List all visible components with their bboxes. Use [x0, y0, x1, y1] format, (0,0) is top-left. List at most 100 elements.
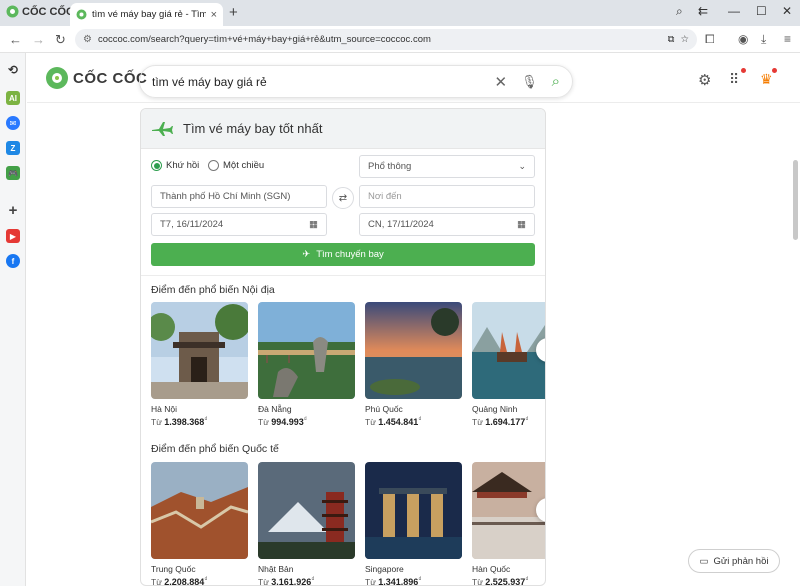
destination-name: Singapore: [365, 564, 404, 574]
crown-notification-dot: [772, 68, 777, 73]
back-forward-cache-icon[interactable]: ⇇: [698, 4, 708, 18]
destination-card-japan[interactable]: Nhật Bản Từ 3.161.926₫: [258, 462, 355, 585]
downloads-icon[interactable]: ⤓: [761, 32, 766, 47]
active-tab[interactable]: tìm vé máy bay giá rẻ - Tìm ×: [70, 3, 223, 26]
settings-gear-icon[interactable]: ⚙: [698, 71, 711, 89]
bookmark-star-icon[interactable]: ☆: [680, 34, 689, 45]
domestic-heading: Điểm đến phổ biến Nội địa: [151, 284, 275, 296]
destination-card-phuquoc[interactable]: Phú Quốc Từ 1.454.841₫: [365, 302, 462, 427]
game-icon[interactable]: 🎮: [6, 166, 20, 180]
url-text[interactable]: coccoc.com/search?query=tìm+vé+máy+bay+g…: [98, 34, 662, 45]
flight-card-header: Tìm vé máy bay tốt nhất: [141, 109, 545, 149]
search-flights-button[interactable]: ✈ Tìm chuyến bay: [151, 243, 535, 266]
add-sidebar-app-icon[interactable]: +: [6, 202, 20, 219]
singapore-photo: [365, 462, 462, 559]
crown-icon[interactable]: ♛: [760, 71, 773, 88]
apps-grid-icon[interactable]: ⠿: [729, 71, 739, 88]
destination-field[interactable]: Nơi đến: [359, 185, 535, 208]
minimize-button[interactable]: —: [728, 4, 740, 18]
messenger-icon[interactable]: ✉: [6, 116, 20, 130]
extensions-icon[interactable]: ⧠: [705, 32, 715, 47]
zalo-icon[interactable]: Z: [6, 141, 20, 155]
search-icon[interactable]: ⌕: [552, 73, 560, 90]
youtube-icon[interactable]: ▶: [6, 229, 20, 243]
coccoc-logo-icon: [6, 5, 19, 18]
feedback-button[interactable]: ▭ Gửi phản hồi: [688, 549, 780, 573]
history-icon[interactable]: ⟲: [6, 63, 20, 77]
menu-icon[interactable]: ≡: [784, 32, 791, 46]
chevron-down-icon: ⌄: [518, 161, 526, 171]
destination-price: Từ 2.525.937₫: [472, 577, 529, 586]
ai-assistant-icon[interactable]: AI: [6, 91, 20, 105]
maximize-button[interactable]: ☐: [756, 4, 767, 18]
browser-brand-label: CỐC CỐC: [22, 5, 74, 18]
reload-button[interactable]: ↻: [55, 32, 66, 48]
destination-name: Hàn Quốc: [472, 564, 511, 574]
section-divider: [141, 275, 545, 276]
phuquoc-photo: [365, 302, 462, 399]
airplane-icon: [152, 121, 173, 136]
page-scrollbar[interactable]: [793, 160, 798, 240]
browser-sidebar: ⟲ AI ✉ Z 🎮 + ▶ f: [0, 53, 26, 586]
tab-close-icon[interactable]: ×: [211, 9, 217, 21]
install-app-icon[interactable]: ⧉: [668, 34, 675, 45]
profile-icon[interactable]: ◉: [738, 32, 748, 46]
search-header: CỐC CỐC tìm vé máy bay giá rẻ ✕ 🎙 ⌕ ⚙ ⠿ …: [27, 53, 800, 103]
calendar-icon: ▦: [517, 219, 526, 230]
destination-card-quangninh[interactable]: Quảng Ninh Từ 1.694.177₫: [472, 302, 545, 427]
site-info-icon[interactable]: ⚙: [83, 34, 92, 45]
destination-name: Đà Nẵng: [258, 404, 292, 414]
omnibox[interactable]: ⚙ coccoc.com/search?query=tìm+vé+máy+bay…: [75, 29, 697, 50]
swap-locations-button[interactable]: ⇄: [332, 187, 354, 209]
browser-brand[interactable]: CỐC CỐC: [6, 5, 74, 18]
depart-date-field[interactable]: T7, 16/11/2024 ▦: [151, 213, 327, 236]
tab-title: tìm vé máy bay giá rẻ - Tìm: [92, 9, 206, 20]
coccoc-logo[interactable]: CỐC CỐC: [45, 66, 147, 90]
destination-card-singapore[interactable]: Singapore Từ 1.341.896₫: [365, 462, 462, 586]
destination-price: Từ 1.398.368₫: [151, 417, 208, 427]
hanoi-photo: [151, 302, 248, 399]
new-tab-button[interactable]: +: [229, 4, 238, 21]
radio-one-way-label: Một chiều: [223, 160, 265, 171]
destination-card-korea[interactable]: Hàn Quốc Từ 2.525.937₫: [472, 462, 545, 586]
feedback-icon: ▭: [699, 555, 709, 567]
radio-round-trip[interactable]: Khứ hồi: [151, 160, 199, 171]
calendar-icon: ▦: [309, 219, 318, 230]
airplane-small-icon: ✈: [302, 249, 311, 260]
origin-field[interactable]: Thành phố Hồ Chí Minh (SGN): [151, 185, 327, 208]
radio-round-trip-circle[interactable]: [151, 160, 162, 171]
search-input[interactable]: tìm vé máy bay giá rẻ: [152, 75, 481, 89]
danang-photo: [258, 302, 355, 399]
tab-search-icon[interactable]: ⌕: [676, 4, 683, 19]
search-box[interactable]: tìm vé máy bay giá rẻ ✕ 🎙 ⌕: [139, 65, 573, 98]
cabin-class-value: Phổ thông: [368, 161, 412, 172]
facebook-icon[interactable]: f: [6, 254, 20, 268]
origin-value: Thành phố Hồ Chí Minh (SGN): [160, 191, 291, 202]
destination-name: Nhật Bản: [258, 564, 294, 574]
clear-search-icon[interactable]: ✕: [495, 73, 508, 91]
radio-one-way-circle[interactable]: [208, 160, 219, 171]
radio-one-way[interactable]: Một chiều: [208, 160, 264, 171]
korea-photo: [472, 462, 545, 559]
close-window-button[interactable]: ✕: [782, 4, 792, 18]
destination-price: Từ 1.341.896₫: [365, 577, 422, 586]
destination-card-danang[interactable]: Đà Nẵng Từ 994.993₫: [258, 302, 355, 427]
international-heading: Điểm đến phổ biến Quốc tế: [151, 443, 279, 455]
destination-placeholder: Nơi đến: [368, 191, 402, 202]
destination-name: Hà Nội: [151, 404, 177, 414]
destination-name: Quảng Ninh: [472, 404, 518, 414]
japan-photo: [258, 462, 355, 559]
back-button[interactable]: ←: [9, 32, 22, 47]
quangninh-photo: [472, 302, 545, 399]
logo-text: CỐC CỐC: [73, 69, 148, 87]
destination-card-china[interactable]: Trung Quốc Từ 2.208.884₫: [151, 462, 248, 586]
coccoc-logo-mark-icon: [46, 67, 68, 89]
apps-notification-dot: [741, 68, 746, 73]
radio-round-trip-label: Khứ hồi: [166, 160, 200, 171]
cabin-class-select[interactable]: Phổ thông ⌄: [359, 155, 535, 178]
return-date-field[interactable]: CN, 17/11/2024 ▦: [359, 213, 535, 236]
voice-search-icon[interactable]: 🎙: [521, 74, 538, 90]
destination-price: Từ 2.208.884₫: [151, 577, 208, 586]
destination-card-hanoi[interactable]: Hà Nội Từ 1.398.368₫: [151, 302, 248, 427]
forward-button[interactable]: →: [32, 32, 45, 47]
